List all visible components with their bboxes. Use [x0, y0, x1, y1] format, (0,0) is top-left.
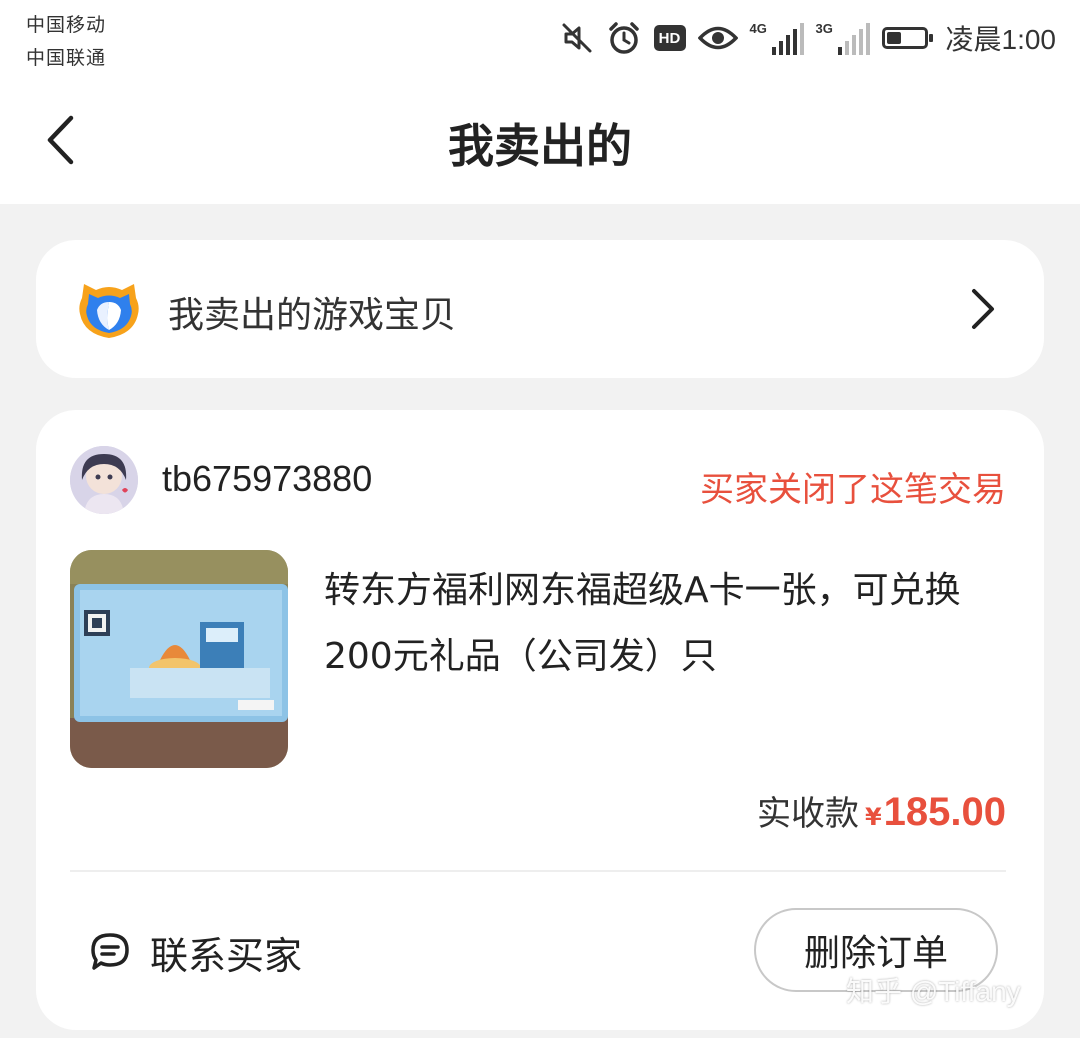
order-status: 买家关闭了这笔交易 [700, 470, 1006, 510]
nav-header: 我卖出的 [0, 80, 1080, 204]
contact-buyer-button[interactable]: 联系买家 [88, 922, 302, 982]
mute-icon [560, 21, 594, 55]
network-type-2: 3G [815, 21, 833, 36]
alarm-icon [606, 20, 642, 56]
divider [70, 870, 1006, 872]
buyer-avatar[interactable] [70, 446, 138, 514]
chat-icon [88, 930, 132, 974]
contact-buyer-label: 联系买家 [150, 933, 303, 978]
product-title[interactable]: 转东方福利网东福超级A卡一张，可兑换200元礼品（公司发）只 [324, 558, 1014, 690]
sold-games-entry[interactable]: 我卖出的游戏宝贝 [36, 240, 1044, 378]
carrier-1: 中国移动 [26, 14, 107, 36]
carrier-2: 中国联通 [26, 47, 107, 69]
status-time: 凌晨1:00 [945, 24, 1057, 55]
price-row: 实收款 ¥ 185.00 [757, 786, 1006, 835]
signal-4g-icon: 4G [750, 21, 804, 55]
order-card: tb675973880 买家关闭了这笔交易 转东方福利网东福超级A卡一张，可兑换… [36, 410, 1044, 1030]
sold-games-label: 我卖出的游戏宝贝 [168, 295, 457, 336]
chevron-right-icon [968, 286, 998, 332]
buyer-name[interactable]: tb675973880 [162, 458, 372, 500]
product-thumbnail[interactable] [70, 550, 288, 768]
hd-icon: HD [653, 25, 686, 51]
status-icons: HD 4G 3G 凌晨1:00 [560, 16, 1057, 60]
network-type-1: 4G [749, 21, 767, 36]
status-bar: 中国移动 中国联通 HD 4G 3G 凌晨1:00 [0, 0, 1080, 80]
battery-icon [881, 27, 933, 49]
price-currency: ¥ [864, 803, 882, 831]
price-value: 185.00 [883, 790, 1006, 834]
price-label: 实收款 [756, 794, 859, 834]
eye-icon [697, 23, 738, 53]
game-logo-icon [79, 284, 139, 338]
page-title: 我卖出的 [448, 119, 632, 173]
watermark: 知乎 @Tiffany [846, 976, 1021, 1007]
signal-3g-icon: 3G [816, 21, 870, 55]
